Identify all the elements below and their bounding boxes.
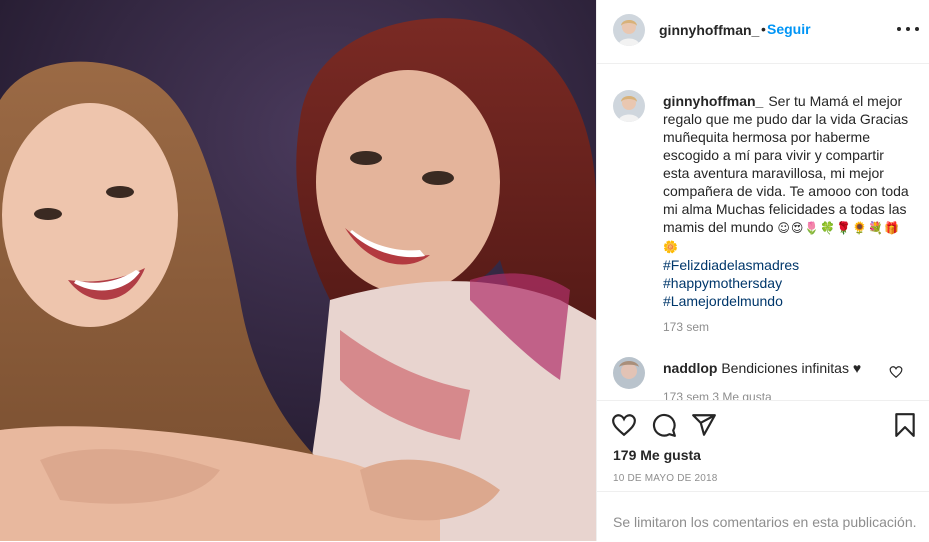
comment-text: Bendiciones infinitas ♥ [721, 360, 862, 376]
comment-username[interactable]: naddlop [663, 360, 717, 376]
comments-limited-text: Se limitaron los comentarios en esta pub… [613, 514, 917, 530]
post-header: ginnyhoffman_ • Seguir [597, 0, 929, 64]
caption-text: Ser tu Mamá el mejor regalo que me pudo … [663, 93, 909, 235]
separator-dot: • [761, 21, 766, 37]
author-username[interactable]: ginnyhoffman_ [659, 22, 759, 38]
follow-button[interactable]: Seguir [767, 21, 811, 37]
heart-icon[interactable] [611, 412, 637, 438]
post-details-panel: ginnyhoffman_ • Seguir ginnyhoffman_ Ser … [596, 0, 929, 541]
hashtag-link[interactable]: #Felizdiadelasmadres [663, 256, 913, 274]
comment: naddlop Bendiciones infinitas ♥ [663, 360, 861, 376]
bookmark-icon[interactable] [892, 412, 918, 438]
comments-area[interactable]: ginnyhoffman_ Ser tu Mamá el mejor regalo… [597, 64, 929, 400]
share-icon[interactable] [691, 412, 717, 438]
avatar[interactable] [613, 90, 645, 122]
avatar[interactable] [613, 14, 645, 46]
avatar[interactable] [613, 357, 645, 389]
post-date[interactable]: 10 DE MAYO DE 2018 [613, 473, 718, 484]
caption-username[interactable]: ginnyhoffman_ [663, 93, 763, 109]
more-options-icon[interactable] [897, 22, 919, 36]
caption-timestamp[interactable]: 173 sem [663, 320, 709, 334]
comment-icon[interactable] [651, 412, 677, 438]
post-photo[interactable] [0, 0, 596, 541]
hashtag-link[interactable]: #happymothersday [663, 274, 913, 292]
post-caption: ginnyhoffman_ Ser tu Mamá el mejor regalo… [663, 92, 913, 310]
comment-meta: 173 sem 3 Me gusta [663, 390, 772, 400]
heart-icon[interactable] [889, 365, 903, 379]
comments-limited-notice: Se limitaron los comentarios en esta pub… [597, 491, 929, 542]
hashtag-link[interactable]: #Lamejordelmundo [663, 292, 913, 310]
post-actions: 179 Me gusta 10 DE MAYO DE 2018 Se limit… [597, 400, 929, 541]
likes-count[interactable]: 179 Me gusta [613, 447, 701, 463]
instagram-post: ginnyhoffman_ • Seguir ginnyhoffman_ Ser … [0, 0, 929, 541]
